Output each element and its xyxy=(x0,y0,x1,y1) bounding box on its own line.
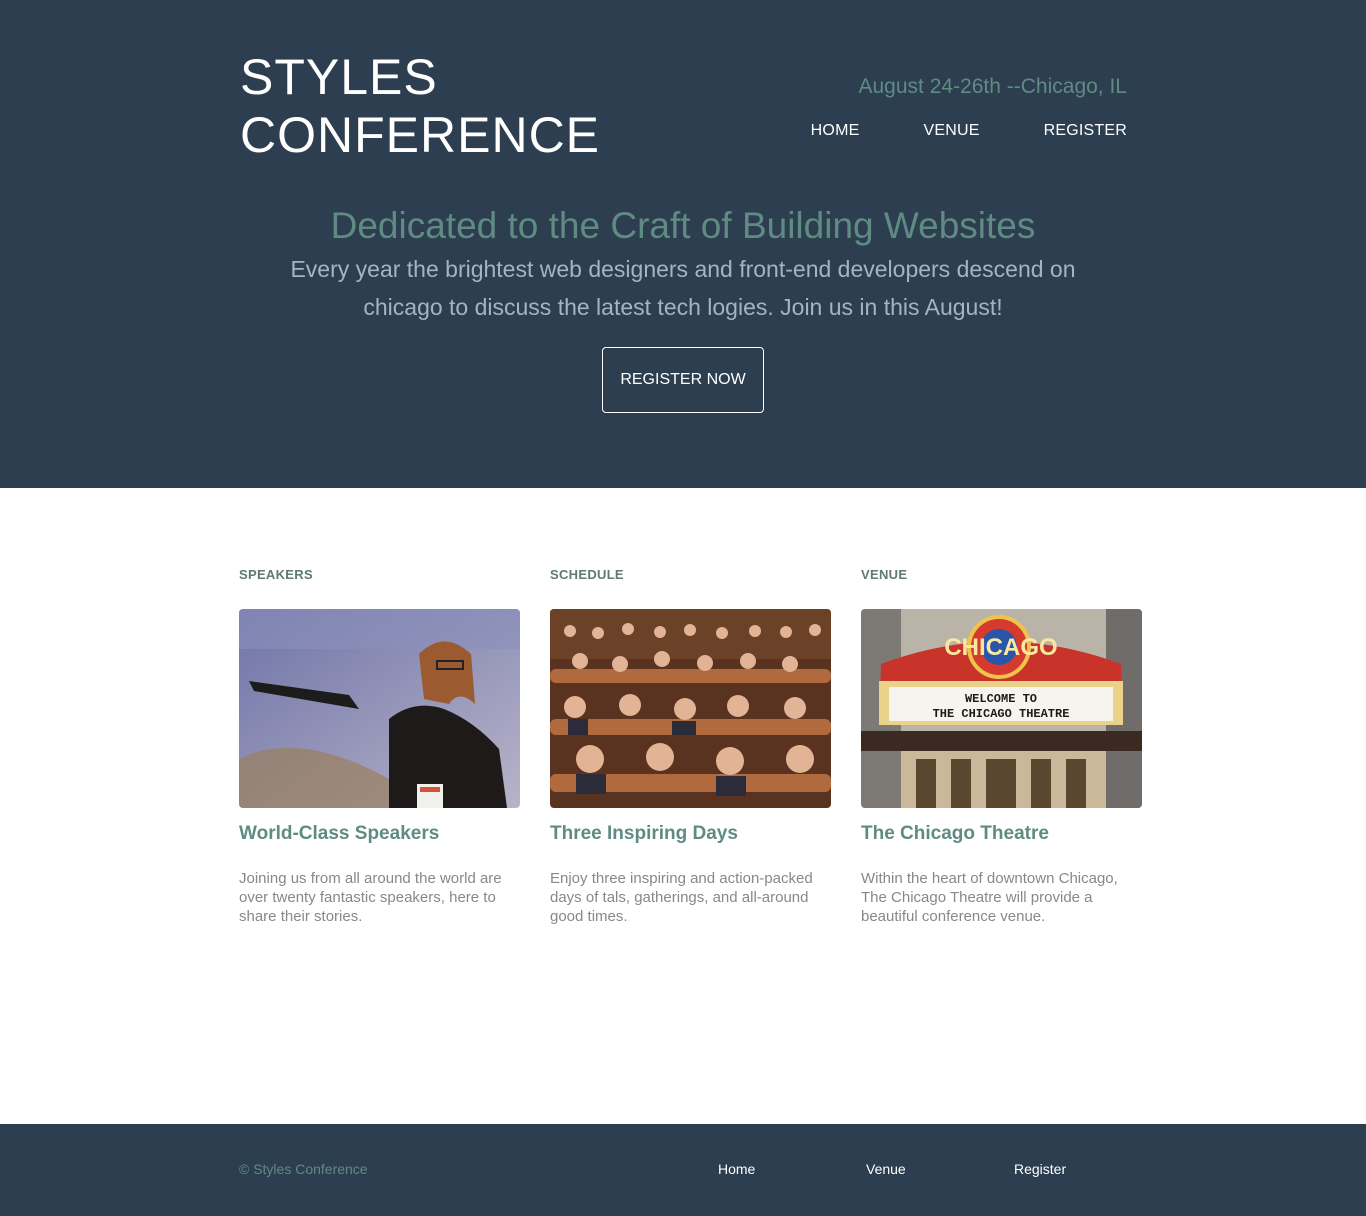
hero-header: STYLES CONFERENCE August 24-26th --Chica… xyxy=(0,0,1366,488)
venue-section: VENUE WELCOME TO THE CHICAGO THEATRE CHI… xyxy=(861,567,1142,926)
audience-photo xyxy=(550,609,831,808)
schedule-section: SCHEDULE Three Inspiring Days Enjoy thre… xyxy=(550,567,831,926)
logo-line-1: STYLES xyxy=(240,49,438,105)
hero-headline: Dedicated to the Craft of Building Websi… xyxy=(330,205,1036,246)
site-logo[interactable]: STYLES CONFERENCE xyxy=(240,48,600,164)
section-title[interactable]: Three Inspiring Days xyxy=(550,823,831,845)
section-title[interactable]: World-Class Speakers xyxy=(239,823,520,845)
footer-register-link[interactable]: Register xyxy=(1014,1161,1066,1177)
marquee-line-1: WELCOME TO xyxy=(965,692,1037,706)
copyright-text: © Styles Conference xyxy=(239,1161,368,1177)
nav-register-link[interactable]: REGISTER xyxy=(1044,122,1127,140)
footer-venue-link[interactable]: Venue xyxy=(866,1161,906,1177)
marquee-sign: CHICAGO xyxy=(944,634,1057,661)
theatre-photo: WELCOME TO THE CHICAGO THEATRE CHICAGO xyxy=(861,609,1142,808)
section-label: VENUE xyxy=(861,567,908,582)
event-date-location: August 24-26th --Chicago, IL xyxy=(858,75,1128,98)
section-label: SPEAKERS xyxy=(239,567,313,582)
marquee-line-2: THE CHICAGO THEATRE xyxy=(933,707,1070,721)
register-now-button[interactable]: REGISTER NOW xyxy=(602,347,764,413)
hero-lede: Every year the brightest web designers a… xyxy=(290,256,1076,320)
nav-venue-link[interactable]: VENUE xyxy=(923,122,979,140)
nav-home-link[interactable]: HOME xyxy=(811,122,860,140)
section-description: Enjoy three inspiring and action-packed … xyxy=(550,870,813,925)
section-label: SCHEDULE xyxy=(550,567,624,582)
speaker-photo xyxy=(239,609,520,808)
speakers-section: SPEAKERS World-Class Speakers Joining us… xyxy=(239,567,520,926)
site-footer: © Styles Conference Home Venue Register xyxy=(0,1124,1366,1216)
section-description: Joining us from all around the world are… xyxy=(239,870,502,925)
logo-line-2: CONFERENCE xyxy=(240,107,601,163)
primary-nav: HOME VENUE REGISTER xyxy=(811,122,1127,140)
footer-home-link[interactable]: Home xyxy=(718,1161,755,1177)
section-title[interactable]: The Chicago Theatre xyxy=(861,823,1142,845)
section-description: Within the heart of downtown Chicago, Th… xyxy=(861,870,1118,925)
